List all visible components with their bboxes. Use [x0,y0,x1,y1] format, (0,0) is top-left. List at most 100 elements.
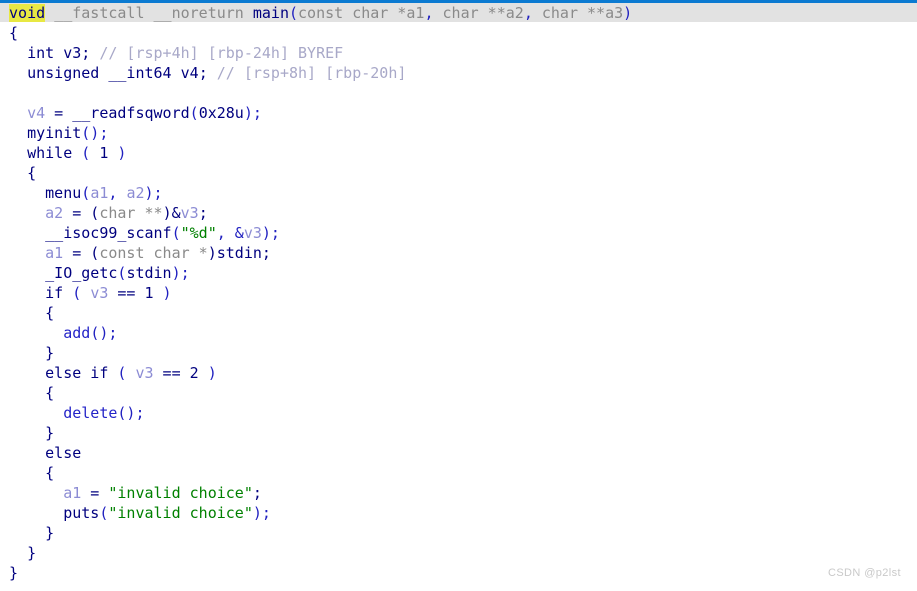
code-token: main [252,4,289,22]
code-token: = ( [63,204,100,222]
code-line[interactable]: menu(a1, a2); [0,183,917,203]
code-line[interactable]: add(); [0,323,917,343]
code-token: ); [261,224,280,242]
code-token: v4 [180,64,199,82]
code-token: v4 [27,104,46,122]
code-token: ( [108,364,136,382]
code-line[interactable]: { [0,23,917,43]
code-line[interactable] [0,83,917,103]
code-token: { [27,164,37,182]
code-token: else if [45,364,109,382]
code-token: , [108,184,127,202]
code-line[interactable]: _IO_getc(stdin); [0,263,917,283]
code-token: __isoc99_scanf [45,224,172,242]
code-token: a1 [406,4,425,22]
code-token: == [153,364,190,382]
code-token: menu [45,184,82,202]
code-token: == [108,284,145,302]
code-token: { [45,464,55,482]
code-line[interactable]: myinit(); [0,123,917,143]
code-token: stdin [216,244,262,262]
code-token: ( [171,224,181,242]
code-line[interactable]: int v3; // [rsp+4h] [rbp-24h] BYREF [0,43,917,63]
code-line[interactable]: while ( 1 ) [0,143,917,163]
pseudocode-text[interactable]: void __fastcall __noreturn main(const ch… [0,3,917,583]
code-token: // [rsp+4h] [rbp-24h] BYREF [99,44,344,62]
code-token: const char * [99,244,208,262]
code-line[interactable]: { [0,163,917,183]
code-token: ; [261,244,271,262]
code-token: = [45,104,73,122]
code-line[interactable]: } [0,523,917,543]
code-token: ; [252,484,262,502]
code-token: ( [72,144,100,162]
code-token: { [45,384,55,402]
code-line[interactable]: { [0,463,917,483]
code-token: v3 [90,284,109,302]
code-token: char ** [541,4,606,22]
code-token: "invalid choice" [108,484,253,502]
code-token: if [45,284,64,302]
code-token: myinit [27,124,82,142]
code-line[interactable]: if ( v3 == 1 ) [0,283,917,303]
code-line[interactable]: a1 = (const char *)stdin; [0,243,917,263]
code-line[interactable]: else [0,443,917,463]
code-token: ); [171,264,190,282]
code-line[interactable]: delete(); [0,403,917,423]
code-line[interactable]: else if ( v3 == 2 ) [0,363,917,383]
code-token: ); [252,504,271,522]
code-line[interactable]: { [0,303,917,323]
code-token: while [27,144,73,162]
code-token: ; [81,44,100,62]
pseudocode-view[interactable]: void __fastcall __noreturn main(const ch… [0,0,917,591]
code-line[interactable]: } [0,563,917,583]
code-token: v3 [243,224,262,242]
code-line[interactable]: a2 = (char **)&v3; [0,203,917,223]
code-token: const char * [298,4,407,22]
code-token: unsigned __int64 [27,64,172,82]
code-token: (); [90,324,118,342]
code-line[interactable]: void __fastcall __noreturn main(const ch… [0,3,917,23]
code-line[interactable]: } [0,423,917,443]
code-token: ); [144,184,163,202]
code-line[interactable]: { [0,383,917,403]
code-line[interactable]: a1 = "invalid choice"; [0,483,917,503]
code-token: , & [216,224,244,242]
code-line[interactable]: puts("invalid choice"); [0,503,917,523]
code-token: a2 [126,184,145,202]
code-token: ) [623,4,633,22]
code-token: = [81,484,109,502]
code-line[interactable]: unsigned __int64 v4; // [rsp+8h] [rbp-20… [0,63,917,83]
code-token: a1 [90,184,109,202]
code-token: ( [189,104,199,122]
code-token: v3 [135,364,154,382]
code-token: } [45,524,55,542]
code-token: __readfsqword [72,104,190,122]
code-token: void [9,4,46,22]
code-line[interactable]: } [0,343,917,363]
code-token: } [45,344,55,362]
code-line[interactable]: __isoc99_scanf("%d", &v3); [0,223,917,243]
code-token: (); [81,124,109,142]
code-line[interactable]: v4 = __readfsqword(0x28u); [0,103,917,123]
code-line[interactable]: } [0,543,917,563]
code-token: } [45,424,55,442]
